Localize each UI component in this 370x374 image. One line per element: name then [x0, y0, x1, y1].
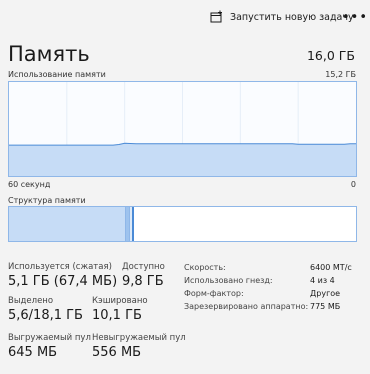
stat-cached-label: Кэшировано: [92, 296, 148, 306]
usage-chart-label: Использование памяти: [8, 70, 106, 79]
zero-label: 0: [350, 180, 356, 189]
stat-nonpaged-pool-value: 556 МБ: [92, 345, 142, 360]
prop-form-factor-value: Другое: [310, 289, 341, 298]
run-task-icon: [210, 10, 224, 24]
more-options-button[interactable]: •••: [342, 7, 369, 27]
memory-composition-bar: [8, 206, 357, 242]
stat-nonpaged-pool-label: Невыгружаемый пул: [92, 333, 186, 343]
stat-nonpaged-pool: Невыгружаемый пул 556 МБ: [92, 333, 186, 360]
prop-reserved-value: 775 МБ: [310, 302, 341, 311]
stat-available-value: 9,8 ГБ: [122, 274, 164, 289]
stat-in-use: Используется (сжатая) 5,1 ГБ (67,4 МБ): [8, 262, 117, 289]
stat-cached: Кэшировано 10,1 ГБ: [92, 296, 148, 323]
usage-area: [9, 143, 356, 176]
prop-form-factor: Форм-фактор: Другое: [184, 287, 364, 300]
prop-reserved-key: Зарезервировано аппаратно:: [184, 302, 309, 311]
stat-paged-pool-value: 645 МБ: [8, 345, 58, 360]
stat-committed-label: Выделено: [8, 296, 54, 306]
segment-in-use: [9, 207, 126, 241]
stat-cached-value: 10,1 ГБ: [92, 308, 142, 323]
total-memory: 16,0 ГБ: [306, 48, 355, 63]
stat-in-use-value: 5,1 ГБ (67,4 МБ): [8, 274, 118, 289]
prop-reserved: Зарезервировано аппаратно: 775 МБ: [184, 300, 364, 313]
stat-committed: Выделено 5,6/18,1 ГБ: [8, 296, 83, 323]
memory-properties: Скорость: 6400 МТ/с Использовано гнезд: …: [184, 261, 364, 313]
prop-speed: Скорость: 6400 МТ/с: [184, 261, 364, 274]
memory-usage-graph: [9, 82, 356, 176]
stat-committed-value: 5,6/18,1 ГБ: [8, 308, 83, 323]
structure-label: Структура памяти: [8, 196, 86, 205]
prop-speed-value: 6400 МТ/с: [310, 263, 352, 272]
usage-chart-max: 15,2 ГБ: [325, 70, 356, 79]
stat-available: Доступно 9,8 ГБ: [122, 262, 165, 289]
more-icon: •••: [342, 9, 369, 25]
prop-form-factor-key: Форм-фактор:: [184, 289, 244, 298]
top-toolbar: Запустить новую задачу •••: [0, 0, 370, 34]
stat-paged-pool-label: Выгружаемый пул: [8, 333, 91, 343]
stat-available-label: Доступно: [122, 262, 165, 272]
segment-free: [134, 207, 356, 241]
prop-slots: Использовано гнезд: 4 из 4: [184, 274, 364, 287]
stat-in-use-label: Используется (сжатая): [8, 262, 112, 272]
prop-slots-value: 4 из 4: [310, 276, 335, 285]
time-span-label: 60 секунд: [8, 180, 51, 189]
prop-slots-key: Использовано гнезд:: [184, 276, 273, 285]
page-title: Память: [8, 42, 90, 66]
memory-usage-chart: [8, 81, 357, 177]
prop-speed-key: Скорость:: [184, 263, 226, 272]
run-new-task-button[interactable]: Запустить новую задачу: [210, 7, 354, 27]
run-task-label: Запустить новую задачу: [230, 11, 354, 23]
stat-paged-pool: Выгружаемый пул 645 МБ: [8, 333, 91, 360]
